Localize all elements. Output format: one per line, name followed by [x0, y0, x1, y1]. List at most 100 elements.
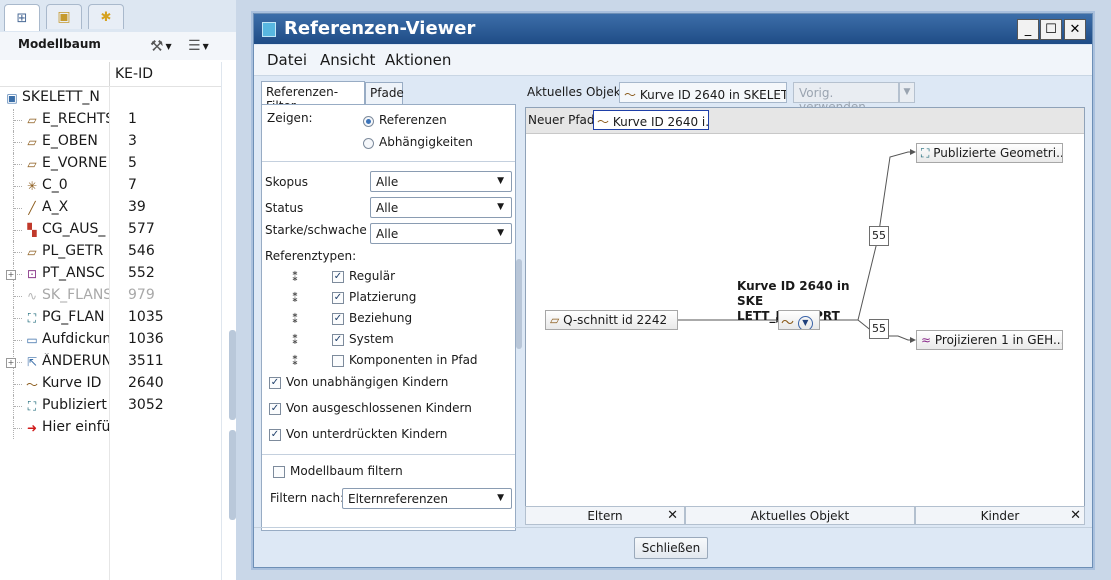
tree-item[interactable]: ╱ A_X 39 [0, 197, 222, 219]
expand-icon[interactable]: + [6, 358, 16, 368]
vorig-verwenden-button[interactable]: Vorig. verwenden [793, 82, 899, 114]
minimize-icon: _ [1024, 22, 1032, 37]
tree-item[interactable]: ▱ E_RECHTS 1 [0, 109, 222, 131]
curve-icon: 〜 [624, 88, 637, 102]
title-bar[interactable]: Referenzen-Viewer _ ☐ ✕ [254, 14, 1092, 44]
tab-model-tree[interactable]: ⊞ [4, 4, 40, 31]
parent-node[interactable]: ▱ Q-schnitt id 2242 [545, 310, 678, 330]
tree-item[interactable]: ▣ SKELETT_N [0, 87, 222, 109]
tree-item[interactable]: ✳ C_0 7 [0, 175, 222, 197]
modellbaum-filtern-checkbox[interactable] [273, 466, 285, 478]
count-badge-bottom[interactable]: 55 [869, 319, 889, 339]
tab-referenzen-filter[interactable]: Referenzen-Filter [261, 81, 365, 113]
tree-guide-line [14, 384, 22, 386]
reference-type-checkbox[interactable]: ✓ [332, 271, 344, 283]
tree-item[interactable]: ▚ CG_AUS_ 577 [0, 219, 222, 241]
column-header-feature-id[interactable]: KE-ID [115, 66, 153, 82]
tree-item[interactable]: ➜ Hier einfü [0, 417, 222, 439]
children-option-label[interactable]: Von unabhängigen Kindern [286, 375, 448, 389]
close-window-button[interactable]: ✕ [1064, 19, 1086, 40]
reference-type-checkbox[interactable]: ✓ [332, 334, 344, 346]
current-object-node[interactable]: 〜 ▼ [778, 310, 820, 330]
reference-type-label[interactable]: Beziehung [349, 311, 412, 325]
vorig-dropdown-button[interactable]: ▼ [899, 82, 915, 103]
tab-eltern[interactable]: Eltern ✕ [525, 506, 685, 525]
reference-type-label[interactable]: Komponenten in Pfad [349, 353, 478, 367]
chevron-down-icon: ▼ [903, 87, 911, 97]
maximize-button[interactable]: ☐ [1040, 19, 1062, 40]
reference-type-icon: ⁑ [292, 291, 299, 305]
radio-abhaengigkeiten-label[interactable]: Abhängigkeiten [379, 135, 473, 149]
radio-abhaengigkeiten[interactable] [363, 138, 374, 149]
tree-item[interactable]: ▱ PL_GETR 546 [0, 241, 222, 263]
tree-item[interactable]: ∿ SK_FLANS 979 [0, 285, 222, 307]
tab-aktuelles-objekt[interactable]: Aktuelles Objekt [685, 506, 915, 525]
tree-item-feature-id: 5 [128, 155, 137, 171]
tree-item[interactable]: + ⊡ PT_ANSC 552 [0, 263, 222, 285]
menu-aktionen[interactable]: Aktionen [385, 51, 451, 69]
expand-icon[interactable]: ▼ [797, 316, 813, 329]
reference-type-checkbox[interactable]: ✓ [332, 313, 344, 325]
tree-item-name: Kurve ID [42, 375, 102, 391]
starke-select[interactable]: Alle ▼ [370, 223, 512, 244]
children-option-label[interactable]: Von ausgeschlossenen Kindern [286, 401, 472, 415]
reference-type-label[interactable]: System [349, 332, 394, 346]
skopus-label: Skopus [265, 175, 308, 189]
reference-type-label[interactable]: Regulär [349, 269, 395, 283]
schliessen-button[interactable]: Schließen [634, 537, 708, 559]
panel-collapse-handle[interactable] [516, 259, 522, 349]
reference-graph[interactable]: Neuer Pfad: 〜 Kurve ID 2640 i... ▱ Q-sch… [525, 107, 1085, 508]
settings-menu-button[interactable]: ⚒ ▼ [150, 36, 172, 56]
aktuelles-objekt-field[interactable]: 〜 Kurve ID 2640 in SKELET.. [619, 82, 787, 103]
tab-favorites[interactable]: ✱ [88, 4, 124, 29]
tree-item[interactable]: ▱ E_OBEN 3 [0, 131, 222, 153]
reference-type-label[interactable]: Platzierung [349, 290, 416, 304]
modellbaum-filtern-label[interactable]: Modellbaum filtern [290, 464, 403, 478]
expand-icon[interactable]: + [6, 270, 16, 280]
skopus-select[interactable]: Alle ▼ [370, 171, 512, 192]
children-option-checkbox[interactable]: ✓ [269, 429, 281, 441]
tree-item[interactable]: ⛶ PG_FLAN 1035 [0, 307, 222, 329]
menu-datei[interactable]: Datei [267, 51, 307, 69]
close-icon: ✕ [1069, 22, 1081, 37]
pane-splitter-handle[interactable] [229, 430, 236, 520]
current-object-label-line1: Kurve ID 2640 in SKE [737, 279, 850, 308]
close-icon[interactable]: ✕ [667, 508, 678, 523]
tree-item-feature-id: 979 [128, 287, 155, 303]
children-option-checkbox[interactable]: ✓ [269, 377, 281, 389]
minimize-button[interactable]: _ [1017, 19, 1039, 40]
menu-ansicht[interactable]: Ansicht [320, 51, 375, 69]
tree-item[interactable]: 〜 Kurve ID 2640 [0, 373, 222, 395]
radio-referenzen[interactable] [363, 116, 374, 127]
filter-panel: Zeigen: Referenzen Abhängigkeiten Skopus… [261, 104, 516, 531]
tab-pfade[interactable]: Pfade [365, 82, 404, 104]
tab-kinder[interactable]: Kinder ✕ [915, 506, 1085, 525]
radio-referenzen-label[interactable]: Referenzen [379, 113, 447, 127]
datum-plane-icon: ▱ [27, 245, 37, 259]
children-option-checkbox[interactable]: ✓ [269, 403, 281, 415]
tree-item[interactable]: ⛶ Publiziert 3052 [0, 395, 222, 417]
reference-type-checkbox[interactable]: ✓ [332, 292, 344, 304]
tree-item-name: A_X [42, 199, 69, 215]
tree-item-name: ÄNDERUN [42, 353, 109, 369]
tree-item[interactable]: ▭ Aufdickun 1036 [0, 329, 222, 351]
tab-folder-browser[interactable]: ▣ [46, 4, 82, 29]
status-select[interactable]: Alle ▼ [370, 197, 512, 218]
favorites-icon: ✱ [100, 9, 112, 25]
sketch-icon: ∿ [26, 289, 38, 303]
column-divider[interactable] [109, 62, 110, 86]
tree-item-name: C_0 [42, 177, 68, 193]
tree-item[interactable]: + ⇱ ÄNDERUN 3511 [0, 351, 222, 373]
filtern-nach-value: Elternreferenzen [348, 492, 448, 506]
reference-type-checkbox[interactable] [332, 355, 344, 367]
tree-item-name: E_VORNE [42, 155, 108, 171]
show-menu-button[interactable]: ☰ ▼ [188, 36, 209, 56]
count-badge-top[interactable]: 55 [869, 226, 889, 246]
filtern-nach-select[interactable]: Elternreferenzen ▼ [342, 488, 512, 509]
child-node-publish-geometry[interactable]: ⛶ Publizierte Geometri... [916, 143, 1063, 163]
child-node-project[interactable]: ≈ Projizieren 1 in GEH... [916, 330, 1063, 350]
children-option-label[interactable]: Von unterdrückten Kindern [286, 427, 447, 441]
close-icon[interactable]: ✕ [1070, 508, 1081, 523]
tree-item[interactable]: ▱ E_VORNE 5 [0, 153, 222, 175]
pane-splitter-handle[interactable] [229, 330, 236, 420]
